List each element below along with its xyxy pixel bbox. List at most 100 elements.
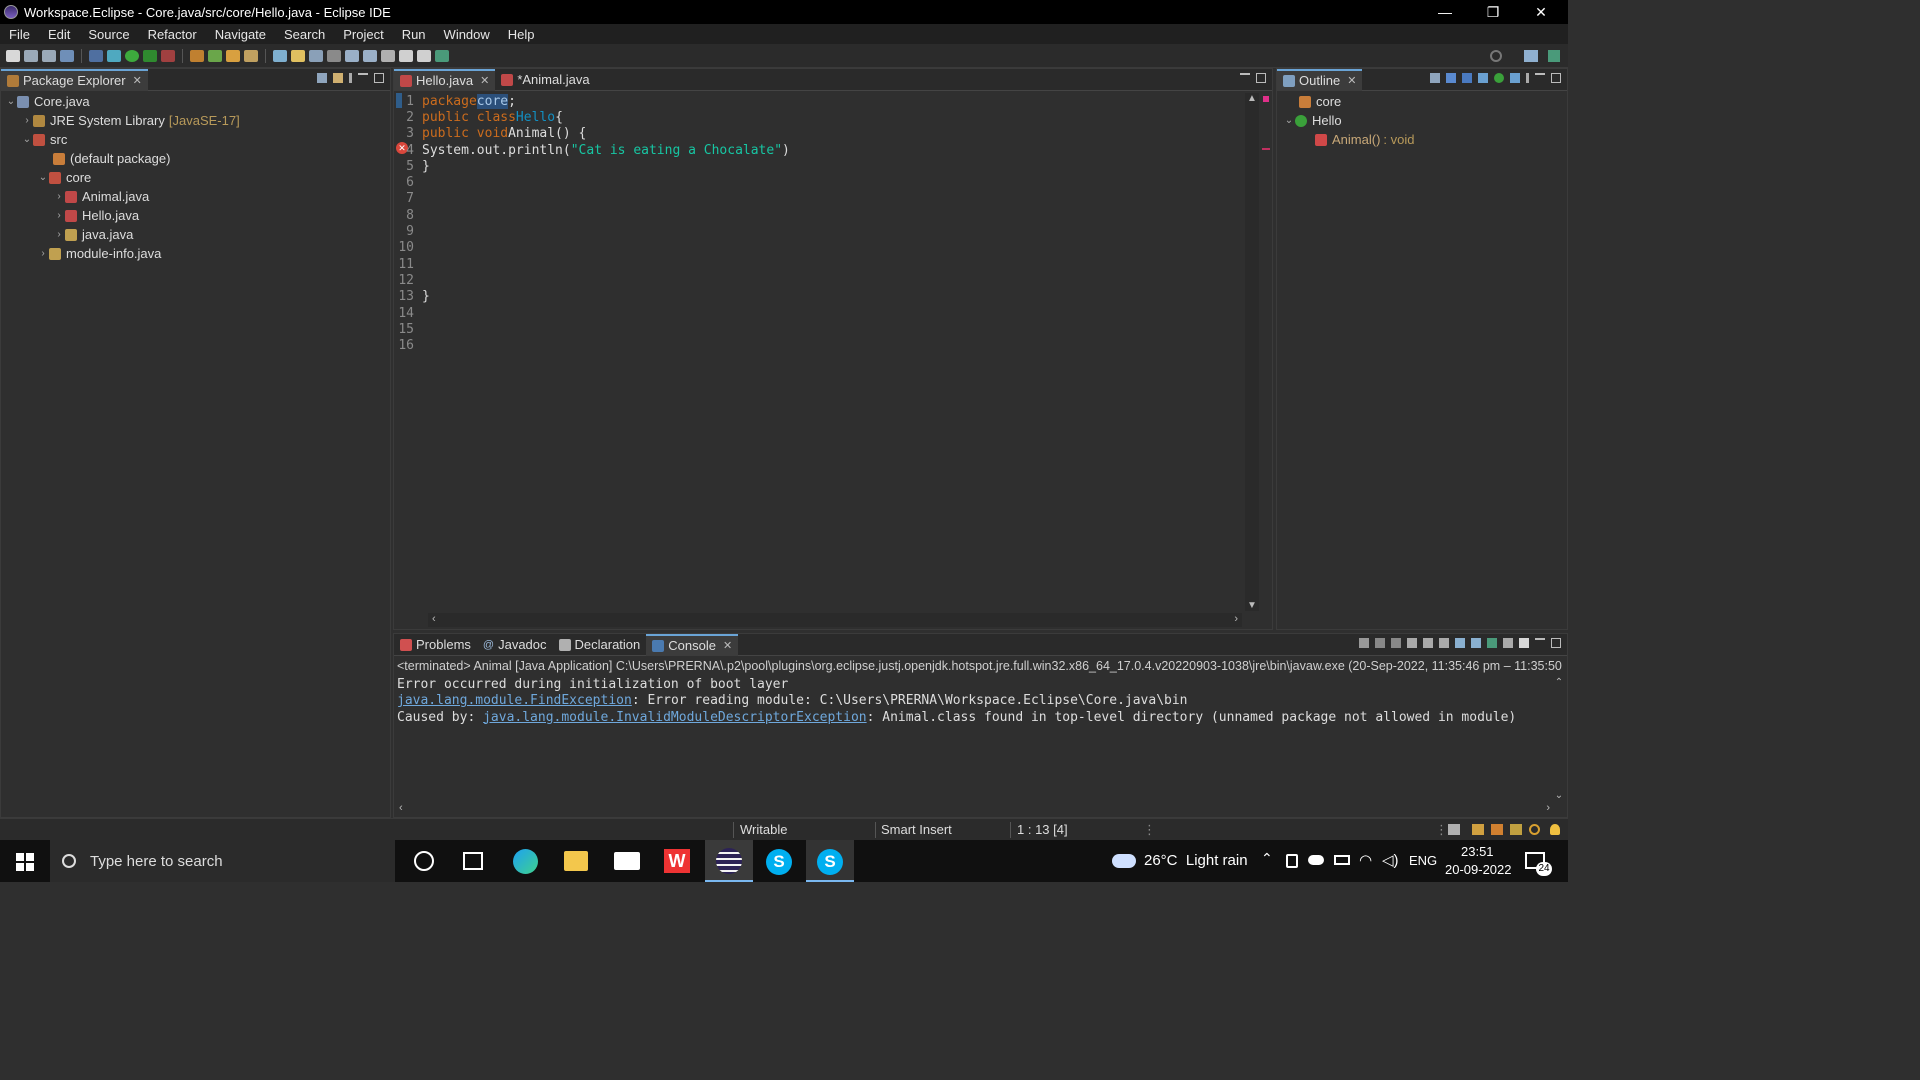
- pin-console-icon[interactable]: [1487, 638, 1497, 648]
- open-console-icon[interactable]: [1519, 638, 1529, 648]
- highlight-icon[interactable]: [291, 49, 305, 62]
- tree-item-hello[interactable]: › Hello.java: [53, 206, 139, 225]
- weather-cloud-icon[interactable]: [1112, 854, 1136, 868]
- chevron-down-icon[interactable]: ⌄: [37, 172, 49, 183]
- clock-date[interactable]: 20-09-2022: [1445, 862, 1512, 877]
- view-menu-icon[interactable]: [1526, 73, 1529, 83]
- chevron-right-icon[interactable]: ›: [53, 210, 65, 221]
- scroll-up-icon[interactable]: ⌃: [1552, 677, 1566, 688]
- minimize-panel-icon[interactable]: [1240, 73, 1250, 79]
- exception-link[interactable]: java.lang.module.InvalidModuleDescriptor…: [483, 710, 867, 725]
- chevron-right-icon[interactable]: ›: [53, 191, 65, 202]
- skype-icon[interactable]: S: [766, 849, 792, 875]
- console-horizontal-scrollbar[interactable]: ‹ ›: [397, 802, 1552, 817]
- outline-item-class[interactable]: ⌄ Hello: [1283, 111, 1342, 130]
- volume-icon[interactable]: ◁): [1382, 851, 1399, 869]
- new-java-project-icon[interactable]: [190, 49, 204, 62]
- menu-help[interactable]: Help: [499, 27, 544, 42]
- meet-now-icon[interactable]: [1286, 854, 1298, 868]
- notification-icon[interactable]: [1529, 824, 1540, 835]
- clear-console-icon[interactable]: [1407, 638, 1417, 648]
- link-with-editor-icon[interactable]: [333, 73, 343, 83]
- taskbar-eclipse-active[interactable]: [705, 840, 753, 882]
- clock-time[interactable]: 23:51: [1461, 844, 1494, 859]
- cortana-icon[interactable]: [414, 851, 434, 871]
- next-annotation-icon[interactable]: [345, 49, 359, 62]
- search-icon[interactable]: [1490, 50, 1502, 62]
- tree-item-animal[interactable]: › Animal.java: [53, 187, 149, 206]
- external-tools-icon[interactable]: [161, 49, 175, 62]
- open-type-icon[interactable]: [226, 49, 240, 62]
- onedrive-icon[interactable]: [1308, 855, 1324, 865]
- tree-item-java[interactable]: › java.java: [53, 225, 133, 244]
- remove-launch-icon[interactable]: [1375, 638, 1385, 648]
- close-tab-icon[interactable]: ✕: [133, 74, 142, 87]
- chevron-right-icon[interactable]: ›: [21, 115, 33, 126]
- menu-run[interactable]: Run: [393, 27, 435, 42]
- scroll-lock-icon[interactable]: [1423, 638, 1433, 648]
- wifi-icon[interactable]: ◠: [1359, 851, 1372, 869]
- tree-item-project[interactable]: ⌄ Core.java: [5, 92, 90, 111]
- tab-problems[interactable]: Problems: [394, 634, 477, 656]
- menu-window[interactable]: Window: [435, 27, 499, 42]
- status-cursor-position[interactable]: 1 : 13 [4]: [1017, 822, 1068, 837]
- bookmark-icon[interactable]: [1472, 824, 1484, 835]
- scroll-down-icon[interactable]: ▼: [1245, 600, 1259, 611]
- show-stderr-icon[interactable]: [1471, 638, 1481, 648]
- sort-icon[interactable]: [1446, 73, 1456, 83]
- new-icon[interactable]: [6, 49, 20, 62]
- run-icon[interactable]: [125, 49, 139, 62]
- error-overview-marker[interactable]: [1263, 96, 1269, 102]
- outline-item-method[interactable]: Animal() : void: [1315, 130, 1414, 149]
- tree-item-core[interactable]: ⌄ core: [37, 168, 92, 187]
- back-arrow-icon[interactable]: [399, 49, 413, 62]
- scroll-down-icon[interactable]: ⌄: [1552, 790, 1566, 801]
- windows-start-icon[interactable]: [16, 853, 34, 871]
- maximize-panel-icon[interactable]: [1551, 638, 1561, 648]
- search-tool-icon[interactable]: [244, 49, 258, 62]
- view-menu-icon[interactable]: [349, 73, 352, 83]
- menu-source[interactable]: Source: [79, 27, 138, 42]
- minimize-panel-icon[interactable]: [358, 73, 368, 79]
- tree-item-default-package[interactable]: (default package): [53, 149, 170, 168]
- chevron-right-icon[interactable]: ›: [37, 248, 49, 259]
- exception-link[interactable]: java.lang.module.FindException: [397, 693, 632, 708]
- wps-office-icon[interactable]: W: [664, 849, 690, 873]
- error-overview-mark[interactable]: [1262, 148, 1270, 150]
- terminate-icon[interactable]: [1359, 638, 1369, 648]
- show-stdout-icon[interactable]: [1455, 638, 1465, 648]
- scroll-right-icon[interactable]: ›: [1546, 802, 1550, 814]
- scroll-left-icon[interactable]: ‹: [399, 802, 403, 814]
- prev-annotation-icon[interactable]: [363, 49, 377, 62]
- scroll-left-icon[interactable]: ‹: [432, 613, 436, 625]
- collapse-all-icon[interactable]: [1430, 73, 1440, 83]
- scroll-up-icon[interactable]: ▲: [1245, 93, 1259, 104]
- debug-icon[interactable]: [107, 49, 121, 62]
- scroll-right-icon[interactable]: ›: [1234, 613, 1238, 625]
- taskbar-search-box[interactable]: Type here to search: [50, 840, 395, 882]
- console-vertical-scrollbar[interactable]: ⌃ ⌄: [1552, 677, 1566, 801]
- taskbar-skype-active[interactable]: S: [806, 840, 854, 882]
- tab-console[interactable]: Console ✕: [646, 633, 739, 656]
- tip-bulb-icon[interactable]: [1550, 824, 1560, 835]
- chevron-up-icon[interactable]: ⌃: [1261, 850, 1273, 867]
- editor-horizontal-scrollbar[interactable]: ‹ ›: [428, 613, 1242, 627]
- battery-icon[interactable]: [1334, 855, 1350, 865]
- task-view-icon[interactable]: [463, 852, 483, 870]
- tree-item-module-info[interactable]: › module-info.java: [37, 244, 161, 263]
- close-tab-icon[interactable]: ✕: [1347, 74, 1356, 87]
- display-console-icon[interactable]: [1503, 638, 1513, 648]
- minimize-panel-icon[interactable]: [1535, 73, 1545, 79]
- last-edit-icon[interactable]: [381, 49, 395, 62]
- status-insert-mode[interactable]: Smart Insert: [881, 822, 952, 837]
- new-class-icon[interactable]: [208, 49, 222, 62]
- menu-file[interactable]: File: [0, 27, 39, 42]
- editor-vertical-scrollbar[interactable]: ▲ ▼: [1245, 93, 1259, 611]
- console-output[interactable]: Error occurred during initialization of …: [397, 677, 1547, 726]
- menu-search[interactable]: Search: [275, 27, 334, 42]
- tab-outline[interactable]: Outline ✕: [1277, 68, 1363, 91]
- chevron-down-icon[interactable]: ⌄: [1283, 115, 1295, 126]
- tab-animal-java[interactable]: *Animal.java: [495, 69, 595, 91]
- weather-text[interactable]: 26°C Light rain: [1144, 852, 1248, 869]
- open-perspective-icon[interactable]: [1524, 50, 1538, 62]
